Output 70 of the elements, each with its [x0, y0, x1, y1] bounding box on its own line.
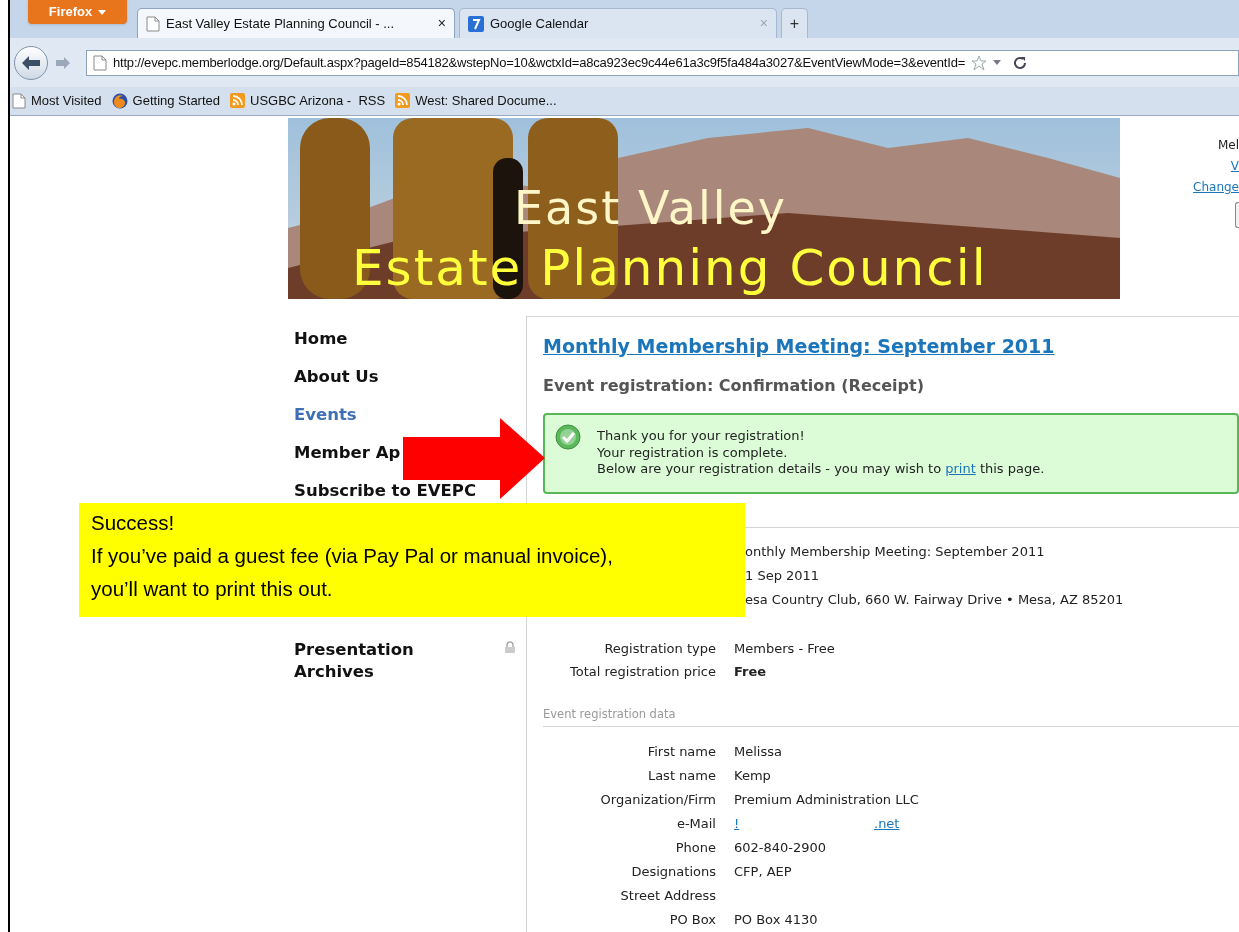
- field-label: e-Mail: [675, 815, 716, 833]
- field-label: Registration type: [603, 640, 716, 658]
- detail-value: onthly Membership Meeting: September 2011: [745, 544, 1045, 559]
- dropdown-caret-icon[interactable]: [993, 60, 1002, 66]
- field-value: Melissa: [734, 743, 783, 761]
- menu-item[interactable]: Home: [294, 328, 348, 348]
- menu-item[interactable]: Subscribe to EVEPC: [294, 480, 477, 500]
- tab-title: East Valley Estate Planning Council - ...: [166, 14, 396, 33]
- page-icon: [146, 15, 160, 32]
- bookmark-link[interactable]: West: Shared Docume...: [395, 91, 557, 111]
- print-link[interactable]: print: [945, 461, 976, 476]
- field-label: Organization/Firm: [599, 791, 716, 809]
- checkmark-icon: [555, 424, 581, 450]
- section-heading: Event registration data: [543, 706, 677, 722]
- menu-item[interactable]: Member Ap: [294, 442, 401, 462]
- account-link[interactable]: V: [1230, 155, 1239, 177]
- account-link[interactable]: Change: [1193, 176, 1239, 198]
- page-icon: [12, 92, 26, 109]
- firefox-logo-icon: [111, 92, 128, 109]
- field-value: CFP, AEP: [734, 863, 793, 881]
- bookmark-link[interactable]: Most Visited: [12, 91, 102, 111]
- detail-value: esa Country Club, 660 W. Fairway Drive • Mesa, AZ 85201: [745, 592, 1124, 607]
- field-value: Premium Administration LLC: [734, 791, 920, 809]
- callout-text: If you’ve paid a guest fee (via Pay Pal or manual invoice),: [91, 543, 614, 569]
- message-text: Your registration is complete.: [597, 444, 789, 461]
- detail-value: 1 Sep 2011: [745, 568, 820, 583]
- field-value: 602-840-2900: [734, 839, 828, 857]
- field-label: Designations: [630, 863, 716, 881]
- field-label: Street Address: [619, 887, 716, 905]
- field-value: Free: [734, 663, 768, 681]
- browser-tab[interactable]: East Valley Estate Planning Council - ... ×: [137, 8, 455, 38]
- field-label: Last name: [646, 767, 716, 785]
- close-tab-button[interactable]: ×: [437, 13, 446, 34]
- new-tab-button[interactable]: +: [781, 8, 808, 38]
- reload-icon[interactable]: [1013, 55, 1028, 70]
- button[interactable]: [1235, 201, 1239, 228]
- rss-icon: [230, 93, 246, 109]
- member-name: Mel: [1217, 136, 1239, 154]
- message-text: Below are your registration details - you may wish to print this page.: [597, 461, 1045, 478]
- event-title-link[interactable]: Monthly Membership Meeting: September 2011: [543, 331, 1239, 360]
- back-arrow-icon: [22, 55, 40, 70]
- email-link[interactable]: .net: [874, 812, 900, 836]
- tab-title: Google Calendar: [490, 14, 590, 33]
- email-link[interactable]: !: [734, 812, 874, 836]
- callout-text: you’ll want to print this out.: [91, 576, 334, 602]
- address-bar[interactable]: http://evepc.memberlodge.org/Default.aspx?pageId=854182&wstepNo=10&wctxId=a8ca923ec9c44e61a3c9f5fa484a3027&EventViewMode=3&eventId=: [86, 49, 1239, 76]
- forward-arrow-icon: [56, 56, 70, 69]
- back-button[interactable]: [14, 45, 48, 80]
- menu-item[interactable]: About Us: [294, 366, 379, 386]
- field-label: Phone: [674, 839, 716, 857]
- field-label: First name: [646, 743, 716, 761]
- rss-icon: [395, 93, 411, 109]
- bookmark-link[interactable]: USGBC Arizona - RSS: [230, 91, 386, 111]
- page-subtitle: Event registration: Confirmation (Receipt): [543, 375, 925, 397]
- callout-text: Success!: [91, 510, 176, 536]
- star-icon[interactable]: [971, 54, 988, 71]
- field-value: Kemp: [734, 767, 772, 785]
- menu-item[interactable]: Presentation Archives: [294, 638, 444, 683]
- url-text: http://evepc.memberlodge.org/Default.aspx?pageId=854182&wstepNo=10&wctxId=a8ca923ec9c44e61a3c9f5fa484a3027&EventViewMode=3&eventId=: [113, 53, 966, 72]
- menu-item[interactable]: Events: [294, 404, 357, 424]
- field-label: PO Box: [668, 911, 716, 929]
- message-text: Thank you for your registration!: [597, 428, 806, 445]
- field-value: PO Box 4130: [734, 911, 819, 929]
- bookmark-link[interactable]: Getting Started: [111, 91, 221, 111]
- browser-tab[interactable]: Google Calendar ×: [459, 8, 777, 38]
- page-icon: [93, 54, 107, 71]
- field-label: Total registration price: [569, 663, 716, 681]
- field-value: Members - Free: [734, 640, 836, 658]
- calendar-icon: [468, 15, 484, 32]
- caret-icon: [98, 9, 107, 15]
